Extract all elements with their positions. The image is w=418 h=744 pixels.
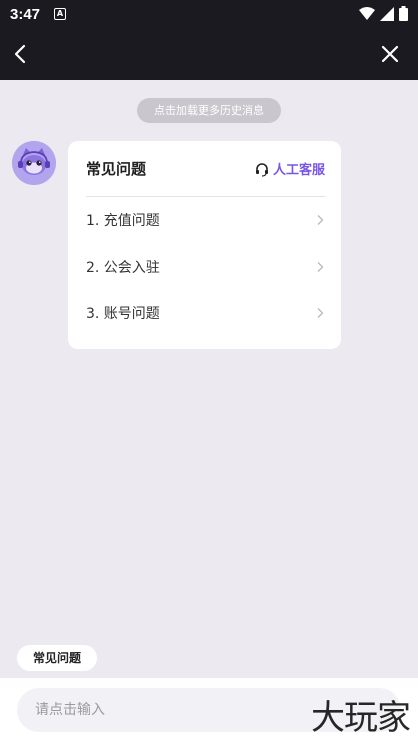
chevron-left-icon — [14, 44, 26, 64]
faq-item-account[interactable]: 3. 账号问题 — [86, 298, 325, 328]
chevron-right-icon — [317, 215, 324, 225]
load-history-button[interactable]: 点击加载更多历史消息 — [137, 98, 281, 123]
chevron-right-icon — [317, 308, 324, 318]
battery-icon — [399, 6, 408, 21]
wifi-icon — [359, 6, 375, 20]
chevron-right-icon — [317, 262, 324, 272]
watermark: 大玩家 — [311, 698, 411, 738]
faq-item-label: 3. 账号问题 — [86, 306, 160, 322]
faq-divider — [86, 196, 325, 197]
human-agent-label: 人工客服 — [272, 163, 325, 178]
notification-icon: A — [54, 8, 67, 20]
close-button[interactable] — [376, 40, 404, 68]
faq-item-recharge[interactable]: 1. 充值问题 — [86, 205, 325, 235]
headset-icon — [255, 162, 268, 177]
avatar — [12, 141, 56, 185]
back-button[interactable] — [8, 40, 36, 68]
status-time: 3:47 — [10, 5, 41, 23]
faq-item-guild[interactable]: 2. 公会入驻 — [86, 252, 325, 282]
faq-item-label: 2. 公会入驻 — [86, 260, 160, 276]
close-icon — [381, 45, 399, 63]
faq-title: 常见问题 — [86, 160, 147, 178]
status-icons — [359, 6, 408, 21]
faq-card: 常见问题 人工客服 1. 充值问题 2. 公会入驻 3. 账号问题 — [68, 141, 341, 349]
cellular-signal-icon — [380, 6, 394, 21]
status-bar: 3:47 A — [0, 0, 418, 28]
faq-item-label: 1. 充值问题 — [86, 213, 160, 229]
quick-faq-chip[interactable]: 常见问题 — [17, 645, 97, 671]
title-bar — [0, 28, 418, 80]
cat-mascot-icon — [12, 141, 56, 185]
human-agent-button[interactable]: 人工客服 — [254, 159, 325, 178]
